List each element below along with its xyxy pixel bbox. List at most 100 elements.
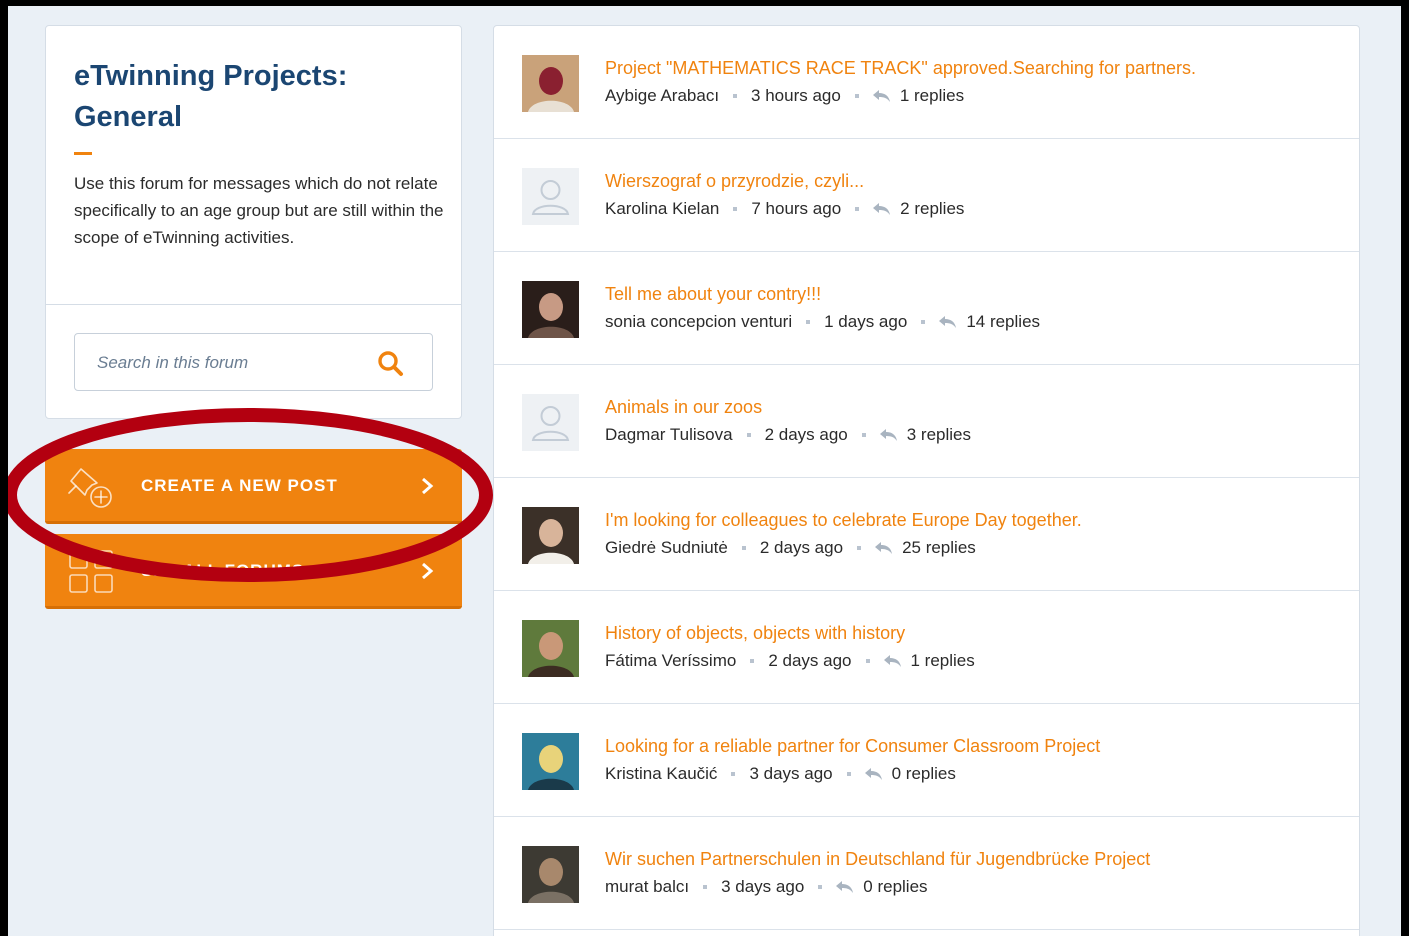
- post-replies: 25 replies: [902, 538, 976, 557]
- post-author[interactable]: Fátima Veríssimo: [605, 651, 736, 671]
- user-photo: [522, 55, 579, 112]
- post-title-link[interactable]: Animals in our zoos: [605, 397, 762, 418]
- post-time: 2 days ago: [768, 651, 852, 670]
- meta-separator: [854, 94, 859, 98]
- post-replies: 2 replies: [900, 199, 965, 218]
- avatar: [522, 394, 579, 451]
- post-meta: murat balcı 3 days ago 0 replies: [605, 877, 928, 897]
- meta-separator: [865, 659, 870, 663]
- post-time: 2 days ago: [764, 425, 848, 444]
- post-row: Wierszograf o przyrodzie, czyli... Karol…: [494, 139, 1359, 252]
- meta-separator: [703, 885, 708, 889]
- reply-icon: [873, 203, 891, 215]
- post-author[interactable]: sonia concepcion venturi: [605, 312, 792, 332]
- meta-separator: [855, 207, 860, 211]
- chevron-right-icon: [422, 562, 434, 580]
- post-row: Project "MATHEMATICS RACE TRACK" approve…: [494, 26, 1359, 139]
- post-meta: Fátima Veríssimo 2 days ago 1 replies: [605, 651, 975, 671]
- reply-icon: [872, 90, 890, 102]
- grid-icon: [69, 550, 113, 593]
- post-title-link[interactable]: History of objects, objects with history: [605, 623, 905, 644]
- post-author[interactable]: Dagmar Tulisova: [605, 425, 733, 445]
- reply-icon: [939, 316, 957, 328]
- post-author[interactable]: Giedrė Sudniutė: [605, 538, 728, 558]
- chevron-right-icon: [422, 477, 434, 495]
- forum-title: eTwinning Projects: General: [74, 60, 348, 133]
- post-meta: Aybige Arabacı 3 hours ago 1 replies: [605, 86, 964, 106]
- meta-separator: [806, 320, 811, 324]
- forum-description: Use this forum for messages which do not…: [74, 174, 444, 247]
- user-photo: [522, 733, 579, 790]
- search-input[interactable]: [95, 349, 369, 377]
- post-replies: 0 replies: [863, 877, 928, 896]
- create-new-post-label: CREATE A NEW POST: [141, 476, 338, 495]
- post-meta: Kristina Kaučić 3 days ago 0 replies: [605, 764, 956, 784]
- meta-separator: [857, 546, 862, 550]
- post-author[interactable]: Karolina Kielan: [605, 199, 719, 219]
- forum-info-card: eTwinning Projects: General Use this for…: [45, 25, 462, 419]
- post-replies: 0 replies: [891, 764, 956, 783]
- card-divider: [46, 304, 461, 305]
- post-time: 7 hours ago: [751, 199, 842, 218]
- post-meta: Giedrė Sudniutė 2 days ago 25 replies: [605, 538, 976, 558]
- avatar: [522, 733, 579, 790]
- meta-separator: [921, 320, 926, 324]
- post-row: Looking for a reliable partner for Consu…: [494, 704, 1359, 817]
- user-photo: [522, 620, 579, 677]
- post-row: History of objects, objects with history…: [494, 591, 1359, 704]
- search-icon[interactable]: [375, 349, 405, 379]
- meta-separator: [750, 659, 755, 663]
- post-title-link[interactable]: Looking for a reliable partner for Consu…: [605, 736, 1100, 757]
- see-all-forums-label: SEE ALL FORUMS: [141, 561, 305, 580]
- post-row: Animals in our zoos Dagmar Tulisova 2 da…: [494, 365, 1359, 478]
- user-photo: [522, 281, 579, 338]
- post-author[interactable]: murat balcı: [605, 877, 689, 897]
- user-photo: [522, 507, 579, 564]
- avatar: [522, 168, 579, 225]
- meta-separator: [741, 546, 746, 550]
- see-all-forums-button[interactable]: SEE ALL FORUMS: [45, 534, 462, 609]
- post-time: 2 days ago: [759, 538, 844, 557]
- reply-icon: [879, 429, 897, 441]
- post-meta: sonia concepcion venturi 1 days ago 14 r…: [605, 312, 1040, 332]
- reply-icon: [875, 542, 893, 554]
- reply-icon: [836, 881, 854, 893]
- reply-icon: [883, 655, 901, 667]
- post-row: I'm looking for colleagues to celebrate …: [494, 478, 1359, 591]
- post-time: 3 hours ago: [751, 86, 841, 105]
- meta-separator: [733, 94, 738, 98]
- user-silhouette-icon: [522, 394, 579, 451]
- forum-page: eTwinning Projects: General Use this for…: [8, 6, 1401, 936]
- title-accent-divider: [74, 152, 92, 155]
- meta-separator: [731, 772, 736, 776]
- post-meta: Karolina Kielan 7 hours ago 2 replies: [605, 199, 964, 219]
- post-title-link[interactable]: Project "MATHEMATICS RACE TRACK" approve…: [605, 58, 1196, 79]
- post-row: Tell me about your contry!!! sonia conce…: [494, 252, 1359, 365]
- forum-search-box: [74, 333, 433, 391]
- post-meta: Dagmar Tulisova 2 days ago 3 replies: [605, 425, 971, 445]
- post-list: Project "MATHEMATICS RACE TRACK" approve…: [493, 25, 1360, 936]
- post-title-link[interactable]: I'm looking for colleagues to celebrate …: [605, 510, 1082, 531]
- post-replies: 14 replies: [966, 312, 1041, 331]
- meta-separator: [861, 433, 866, 437]
- post-replies: 3 replies: [906, 425, 972, 444]
- post-replies: 1 replies: [899, 86, 965, 105]
- meta-separator: [818, 885, 823, 889]
- avatar: [522, 55, 579, 112]
- pin-plus-icon: [68, 468, 112, 508]
- post-title-link[interactable]: Wierszograf o przyrodzie, czyli...: [605, 171, 864, 192]
- avatar: [522, 281, 579, 338]
- create-new-post-button[interactable]: CREATE A NEW POST: [45, 449, 462, 524]
- post-author[interactable]: Aybige Arabacı: [605, 86, 719, 106]
- reply-icon: [864, 768, 882, 780]
- meta-separator: [733, 207, 738, 211]
- user-silhouette-icon: [522, 168, 579, 225]
- post-row: Wir suchen Partnerschulen in Deutschland…: [494, 817, 1359, 930]
- post-title-link[interactable]: Tell me about your contry!!!: [605, 284, 821, 305]
- user-photo: [522, 846, 579, 903]
- post-author[interactable]: Kristina Kaučić: [605, 764, 717, 784]
- avatar: [522, 620, 579, 677]
- post-title-link[interactable]: Wir suchen Partnerschulen in Deutschland…: [605, 849, 1150, 870]
- meta-separator: [746, 433, 751, 437]
- post-replies: 1 replies: [910, 651, 975, 670]
